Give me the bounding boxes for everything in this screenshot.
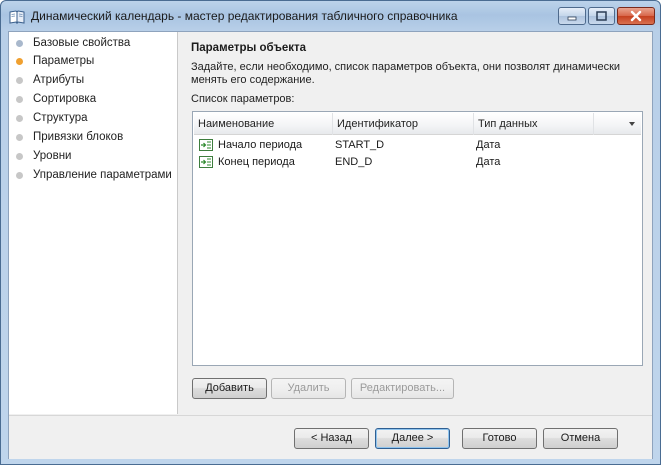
step-label: Сортировка xyxy=(33,93,97,105)
edit-parameter-button[interactable]: Редактировать... xyxy=(351,378,454,399)
page-description: Задайте, если необходимо, список парамет… xyxy=(191,61,621,86)
step-status-dot xyxy=(16,115,23,122)
step-status-dot xyxy=(16,40,23,47)
step-parameter-management[interactable]: Управление параметрами xyxy=(9,167,178,185)
next-button[interactable]: Далее > xyxy=(375,428,450,449)
minimize-icon xyxy=(567,16,577,21)
table-row[interactable]: Начало периода START_D Дата xyxy=(194,137,641,154)
finish-button[interactable]: Готово xyxy=(462,428,537,449)
page-title: Параметры объекта xyxy=(191,42,307,54)
step-status-dot xyxy=(16,153,23,160)
step-content: Параметры объекта Задайте, если необходи… xyxy=(179,32,653,414)
step-base-properties[interactable]: Базовые свойства xyxy=(9,35,178,53)
step-label: Привязки блоков xyxy=(33,131,124,143)
step-block-bindings[interactable]: Привязки блоков xyxy=(9,129,178,147)
close-icon xyxy=(630,10,642,22)
window-title: Динамический календарь - мастер редактир… xyxy=(31,9,458,23)
cell-data-type: Дата xyxy=(476,139,501,151)
step-structure[interactable]: Структура xyxy=(9,110,178,128)
parameter-icon xyxy=(199,139,213,151)
step-status-dot xyxy=(16,58,23,65)
step-sorting[interactable]: Сортировка xyxy=(9,91,178,109)
column-header-name[interactable]: Наименование xyxy=(194,113,333,135)
step-status-dot xyxy=(16,172,23,179)
step-label: Атрибуты xyxy=(33,74,85,86)
step-attributes[interactable]: Атрибуты xyxy=(9,72,178,90)
step-parameters[interactable]: Параметры xyxy=(9,53,178,71)
minimize-button[interactable] xyxy=(558,7,586,25)
maximize-button[interactable] xyxy=(588,7,615,25)
cell-identifier: END_D xyxy=(335,156,373,168)
column-header-data-type[interactable]: Тип данных xyxy=(474,113,594,135)
column-header-identifier[interactable]: Идентификатор xyxy=(333,113,474,135)
parameters-list-label: Список параметров: xyxy=(191,93,295,105)
step-label: Базовые свойства xyxy=(33,37,131,49)
step-status-dot xyxy=(16,96,23,103)
cell-name: Конец периода xyxy=(218,156,295,168)
wizard-window: Динамический календарь - мастер редактир… xyxy=(0,0,661,465)
table-row[interactable]: Конец периода END_D Дата xyxy=(194,154,641,171)
close-button[interactable] xyxy=(617,7,655,25)
column-chooser-button[interactable] xyxy=(594,113,641,135)
cell-data-type: Дата xyxy=(476,156,501,168)
cell-name: Начало периода xyxy=(218,139,303,151)
delete-parameter-button[interactable]: Удалить xyxy=(271,378,346,399)
step-label: Управление параметрами xyxy=(33,169,172,181)
step-status-dot xyxy=(16,134,23,141)
wizard-footer: < Назад Далее > Готово Отмена xyxy=(9,415,652,459)
add-parameter-button[interactable]: Добавить xyxy=(192,378,267,399)
dropdown-arrow-icon xyxy=(629,122,635,126)
step-status-dot xyxy=(16,77,23,84)
cell-identifier: START_D xyxy=(335,139,385,151)
back-button[interactable]: < Назад xyxy=(294,428,369,449)
step-label: Уровни xyxy=(33,150,72,162)
step-label: Структура xyxy=(33,112,88,124)
cancel-button[interactable]: Отмена xyxy=(543,428,618,449)
title-bar[interactable]: Динамический календарь - мастер редактир… xyxy=(1,1,660,31)
parameters-table[interactable]: Наименование Идентификатор Тип данных На… xyxy=(192,111,643,366)
step-label: Параметры xyxy=(33,55,95,67)
parameter-icon xyxy=(199,156,213,168)
step-levels[interactable]: Уровни xyxy=(9,148,178,166)
table-header: Наименование Идентификатор Тип данных xyxy=(194,113,641,135)
maximize-icon xyxy=(596,11,607,21)
wizard-client-area: Базовые свойства Параметры Атрибуты Сорт… xyxy=(8,31,653,459)
book-icon xyxy=(9,10,25,24)
steps-sidebar: Базовые свойства Параметры Атрибуты Сорт… xyxy=(9,32,178,414)
